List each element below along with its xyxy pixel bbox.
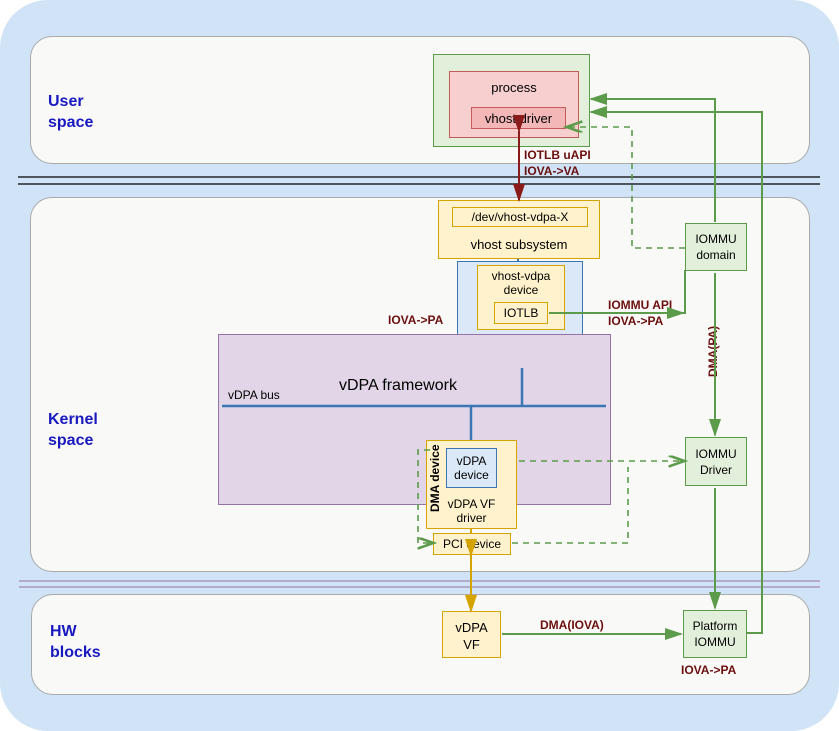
edge-label-iova-pa2: IOVA->PA — [608, 314, 663, 328]
box-vdpa-device: vDPA device — [446, 448, 497, 488]
panel-user-space — [30, 36, 810, 164]
label-kernel-space: Kernel space — [48, 410, 98, 452]
edge-label-iova-pa1: IOVA->PA — [388, 313, 443, 327]
label-pci-device: PCI device — [434, 537, 510, 551]
box-dev-node: /dev/vhost-vdpa-X — [452, 207, 588, 227]
label-vdpa-bus: vDPA bus — [228, 388, 280, 402]
box-platform-iommu: Platform IOMMU — [683, 610, 747, 658]
label-iommu-driver: IOMMU Driver — [686, 447, 746, 478]
box-vhost-driver: vhost driver — [471, 107, 566, 129]
label-platform-iommu: Platform IOMMU — [684, 619, 746, 650]
edge-label-dma-pa: DMA(PA) — [706, 326, 720, 377]
label-user-space: User space — [48, 92, 93, 134]
box-iotlb: IOTLB — [494, 302, 548, 324]
edge-label-dma-iova: DMA(IOVA) — [540, 618, 604, 632]
label-vdpa-device: vDPA device — [447, 454, 496, 483]
edge-label-iommu-api: IOMMU API — [608, 298, 672, 312]
label-iommu-domain: IOMMU domain — [686, 232, 746, 263]
edge-label-iova-va: IOVA->VA — [524, 164, 579, 178]
box-pci-device: PCI device — [433, 533, 511, 555]
label-dma-device: DMA device — [428, 432, 442, 512]
label-hw-blocks: HW blocks — [50, 622, 101, 664]
label-vdpa-framework: vDPA framework — [339, 377, 457, 395]
box-vdpa-framework: vDPA framework — [218, 334, 611, 505]
label-vhost-subsystem: vhost subsystem — [439, 237, 599, 252]
label-vdpa-vf: vDPA VF — [443, 620, 500, 654]
label-vhost-vdpa-device: vhost-vdpa device — [478, 269, 564, 298]
box-vdpa-vf: vDPA VF — [442, 611, 501, 658]
label-process: process — [450, 80, 578, 95]
edge-label-iova-pa3: IOVA->PA — [681, 663, 736, 677]
label-dev-node: /dev/vhost-vdpa-X — [453, 210, 587, 224]
edge-label-iotlb-uapi: IOTLB uAPI — [524, 148, 591, 162]
diagram-root: User space Kernel space HW blocks proces… — [0, 0, 839, 731]
box-iommu-domain: IOMMU domain — [685, 223, 747, 271]
box-iommu-driver: IOMMU Driver — [685, 437, 747, 486]
label-iotlb: IOTLB — [495, 306, 547, 320]
label-vhost-driver: vhost driver — [472, 111, 565, 126]
